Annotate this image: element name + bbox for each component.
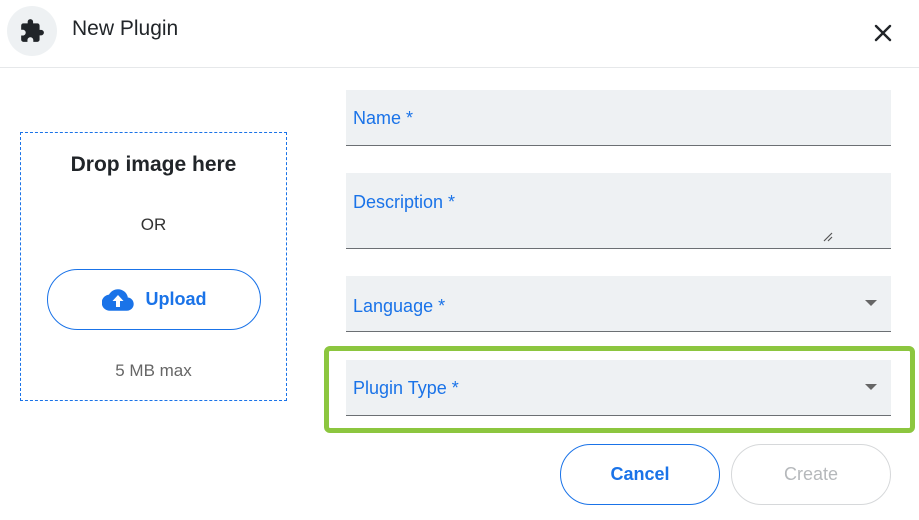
image-dropzone[interactable]: Drop image here OR Upload 5 MB max	[20, 132, 287, 401]
chevron-down-icon	[865, 300, 877, 306]
puzzle-icon	[21, 19, 44, 42]
dialog-title: New Plugin	[72, 17, 179, 40]
upload-button[interactable]: Upload	[47, 269, 261, 330]
language-select-label: Language *	[353, 296, 446, 316]
plugin-type-select-label: Plugin Type *	[353, 378, 459, 398]
name-field[interactable]: Name *	[346, 90, 891, 146]
cancel-button[interactable]: Cancel	[560, 444, 720, 505]
header-icon-badge	[7, 6, 57, 56]
name-field-label: Name *	[353, 108, 414, 128]
chevron-down-icon	[865, 384, 877, 390]
plugin-type-select[interactable]: Plugin Type *	[346, 360, 891, 416]
dropzone-title: Drop image here	[70, 153, 237, 176]
resize-handle-icon[interactable]	[821, 230, 833, 242]
dropzone-or-text: OR	[140, 215, 167, 234]
dropzone-max-size: 5 MB max	[115, 361, 192, 380]
description-field-label: Description *	[353, 192, 456, 212]
close-button[interactable]	[866, 16, 900, 50]
dialog-header: New Plugin	[0, 0, 919, 68]
upload-button-label: Upload	[145, 289, 207, 309]
close-icon	[874, 24, 892, 42]
new-plugin-dialog: New Plugin Drop image here OR Upload 5 M…	[0, 0, 919, 520]
language-select[interactable]: Language *	[346, 276, 891, 332]
create-button[interactable]: Create	[731, 444, 891, 505]
cloud-upload-icon	[101, 288, 134, 311]
description-field[interactable]: Description *	[346, 173, 891, 249]
